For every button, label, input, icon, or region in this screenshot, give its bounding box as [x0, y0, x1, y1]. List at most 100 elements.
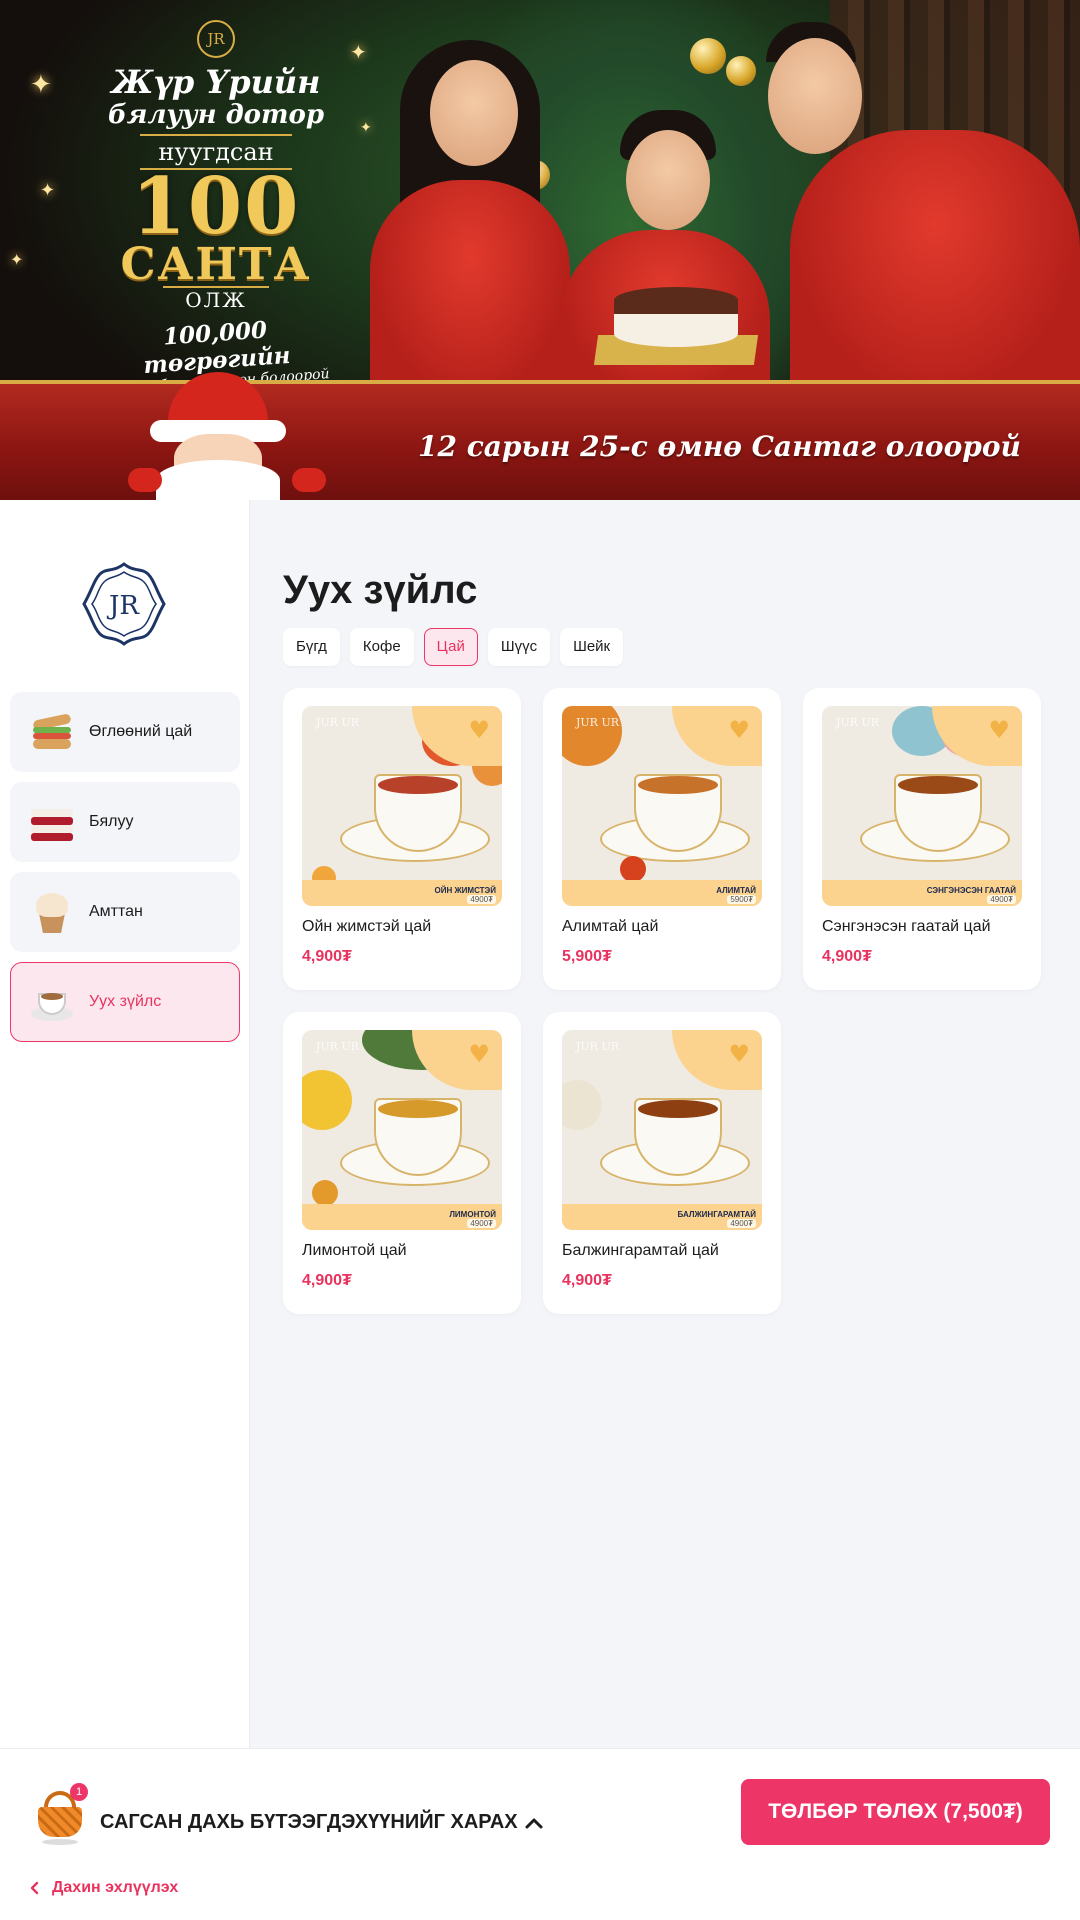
image-product-price: 4900₮ — [727, 1219, 756, 1228]
heart-badge-icon: ♥ — [728, 1040, 750, 1068]
person-face — [626, 130, 710, 230]
filter-chip-tea[interactable]: Цай — [423, 628, 478, 666]
jr-watermark: JUR UR — [316, 1040, 360, 1053]
product-card[interactable]: JUR UR ♥ ОЙН ЖИМСТЭЙ 4900₮ Ойн жимстэй ц… — [283, 688, 521, 990]
tea-surface — [638, 776, 718, 794]
page-title: Ууx зүйлс — [283, 568, 478, 612]
coffee-cup-icon — [29, 979, 75, 1025]
brand-logo-icon: JR — [82, 562, 166, 646]
promo-line-1: Жүр Үрийн — [111, 63, 321, 101]
image-product-price: 5900₮ — [727, 895, 756, 904]
image-product-price: 4900₮ — [467, 1219, 496, 1228]
product-grid: JUR UR ♥ ОЙН ЖИМСТЭЙ 4900₮ Ойн жимстэй ц… — [283, 688, 1041, 1314]
tea-surface — [638, 1100, 718, 1118]
heart-badge-icon: ♥ — [468, 1040, 490, 1068]
product-image: JUR UR ♥ АЛИМТАЙ 5900₮ — [562, 706, 762, 906]
jr-watermark: JUR UR — [836, 716, 880, 729]
jr-badge-icon: JR — [197, 20, 235, 58]
heart-badge-icon: ♥ — [468, 716, 490, 744]
tea-surface — [378, 776, 458, 794]
flower-decoration — [562, 706, 622, 766]
person-face — [430, 60, 518, 166]
product-image: JUR UR ♥ БАЛЖИНГАРАМТАЙ 4900₮ — [562, 1030, 762, 1230]
restart-link[interactable]: Дахин эхлүүлэх — [28, 1879, 178, 1897]
product-card[interactable]: JUR UR ♥ ЛИМОНТОЙ 4900₮ Лимонтой цай 4,9… — [283, 1012, 521, 1314]
ornament-ball — [690, 38, 726, 74]
product-price: 4,900₮ — [302, 948, 352, 965]
heart-badge-icon: ♥ — [988, 716, 1010, 744]
sandwich-icon — [29, 709, 75, 755]
ornament-ball — [726, 56, 756, 86]
sparkle-icon: ✦ — [10, 250, 24, 269]
product-card[interactable]: JUR UR ♥ СЭНГЭНЭСЭН ГААТАЙ 4900₮ Сэнгэнэ… — [803, 688, 1041, 990]
sparkle-icon: ✦ — [350, 40, 367, 64]
sidebar-item-breakfast[interactable]: Өглөөний цай — [10, 692, 240, 772]
product-name: Сэнгэнэсэн гаатай цай — [822, 918, 991, 935]
filter-chips: Бүгд Кофе Цай Шүүс Шейк — [283, 628, 624, 666]
sparkle-icon: ✦ — [30, 70, 52, 100]
filter-chip-all[interactable]: Бүгд — [283, 628, 340, 666]
product-image: JUR UR ♥ ОЙН ЖИМСТЭЙ 4900₮ — [302, 706, 502, 906]
svg-text:JR: JR — [106, 591, 140, 621]
fruit-decoration — [620, 856, 646, 882]
promo-big-word: САНТА — [120, 239, 312, 290]
category-sidebar: JR Өглөөний цай Бялуу Амттан Ууx зүйлс — [0, 500, 250, 1748]
product-price: 4,900₮ — [822, 948, 872, 965]
product-name: Алимтай цай — [562, 918, 659, 935]
category-list: Өглөөний цай Бялуу Амттан Ууx зүйлс — [10, 692, 240, 1052]
product-panel: Ууx зүйлс Бүгд Кофе Цай Шүүс Шейк JUR UR… — [251, 500, 1080, 1748]
product-price: 4,900₮ — [302, 1272, 352, 1289]
image-product-label: СЭНГЭНЭСЭН ГААТАЙ — [926, 886, 1016, 895]
promo-line-2: бялуун дотор — [107, 100, 325, 130]
person-man — [790, 130, 1080, 400]
sidebar-item-cake[interactable]: Бялуу — [10, 782, 240, 862]
sidebar-item-desserts[interactable]: Амттан — [10, 872, 240, 952]
santa-illustration — [128, 372, 328, 500]
jr-watermark: JUR UR — [576, 1040, 620, 1053]
image-product-price: 4900₮ — [467, 895, 496, 904]
lemon-slice-decoration — [312, 1180, 338, 1206]
restart-label: Дахин эхлүүлэх — [52, 1879, 179, 1896]
sidebar-item-label: Өглөөний цай — [89, 723, 193, 740]
sidebar-item-drinks[interactable]: Ууx зүйлс — [10, 962, 240, 1042]
person-face — [768, 38, 862, 154]
promo-line-4: ОЛЖ — [163, 286, 269, 312]
product-image: JUR UR ♥ СЭНГЭНЭСЭН ГААТАЙ 4900₮ — [822, 706, 1022, 906]
cake-icon — [29, 799, 75, 845]
sidebar-item-label: Амттан — [89, 903, 143, 920]
promo-banner[interactable]: ✦ ✦ ✦ ✦ ✦ JR Жүр Үрийн бялуун дотор нууг… — [0, 0, 1080, 500]
product-card[interactable]: JUR UR ♥ БАЛЖИНГАРАМТАЙ 4900₮ Балжингара… — [543, 1012, 781, 1314]
jr-watermark: JUR UR — [316, 716, 360, 729]
promo-title-block: JR Жүр Үрийн бялуун дотор нуугдсан 100 С… — [96, 20, 336, 398]
sparkle-icon: ✦ — [40, 180, 56, 201]
image-product-label: БАЛЖИНГАРАМТАЙ — [677, 1210, 756, 1219]
cupcake-icon — [29, 889, 75, 935]
product-price: 4,900₮ — [562, 1272, 612, 1289]
jr-watermark: JUR UR — [576, 716, 620, 729]
chevron-up-icon[interactable] — [524, 1813, 544, 1833]
sidebar-item-label: Ууx зүйлс — [89, 993, 162, 1010]
pay-button[interactable]: ТӨЛБӨР ТӨЛӨХ (7,500₮) — [741, 1779, 1050, 1845]
filter-chip-shake[interactable]: Шейк — [560, 628, 624, 666]
product-name: Ойн жимстэй цай — [302, 918, 432, 935]
product-name: Балжингарамтай цай — [562, 1242, 719, 1259]
person-woman — [370, 180, 570, 400]
sparkle-icon: ✦ — [360, 120, 372, 136]
banner-ribbon-text: 12 сарын 25-с өмнө Сантаг олоорой — [418, 430, 1021, 463]
lemon-decoration — [302, 1070, 352, 1130]
flower-decoration — [562, 1080, 602, 1130]
cake-illustration — [593, 265, 759, 365]
product-price: 5,900₮ — [562, 948, 612, 965]
product-card[interactable]: JUR UR ♥ АЛИМТАЙ 5900₮ Алимтай цай 5,900… — [543, 688, 781, 990]
view-cart-link[interactable]: САГСАН ДАХЬ БҮТЭЭГДЭХҮҮНИЙГ ХАРАХ — [100, 1811, 518, 1834]
cart-count-badge: 1 — [70, 1783, 88, 1801]
tea-surface — [898, 776, 978, 794]
cart-footer: 1 САГСАН ДАХЬ БҮТЭЭГДЭХҮҮНИЙГ ХАРАХ ТӨЛБ… — [0, 1748, 1080, 1920]
filter-chip-coffee[interactable]: Кофе — [349, 628, 414, 666]
filter-chip-juice[interactable]: Шүүс — [487, 628, 551, 666]
image-product-price: 4900₮ — [987, 895, 1016, 904]
promo-big-number: 100 — [131, 161, 301, 252]
image-product-label: ОЙН ЖИМСТЭЙ — [434, 886, 496, 895]
product-name: Лимонтой цай — [302, 1242, 407, 1259]
image-product-label: ЛИМОНТОЙ — [449, 1210, 496, 1219]
